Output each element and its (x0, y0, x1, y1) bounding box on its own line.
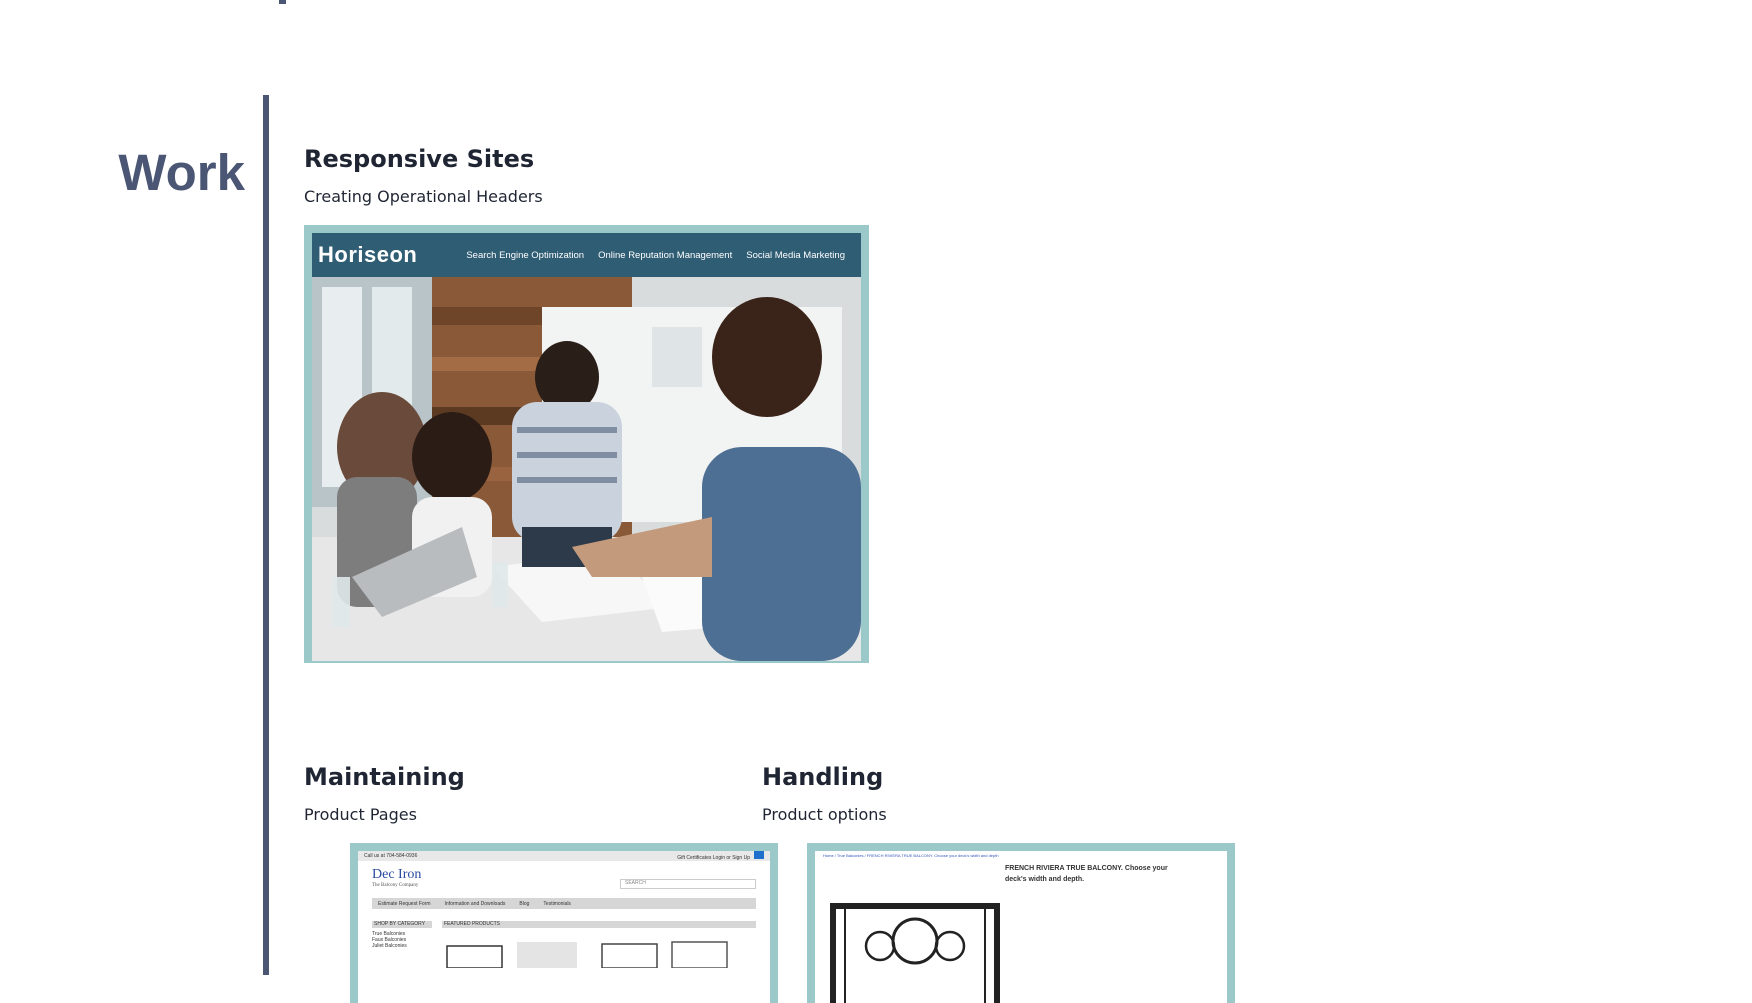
card-subtitle: Product options (762, 805, 887, 824)
mockup-menu-item: Information and Downloads (444, 900, 506, 907)
project-screenshot-product-pages[interactable]: Call us at 704-584-0936 Gift Certificate… (350, 843, 778, 1003)
mockup-menu-item: Testimonials (543, 900, 571, 907)
project-screenshot-horiseon[interactable]: Horiseon Search Engine Optimization Onli… (304, 225, 869, 663)
work-card-responsive-sites: Responsive Sites Creating Operational He… (304, 145, 543, 206)
mockup-product-title: FRENCH RIVIERA TRUE BALCONY. Choose your… (1005, 865, 1168, 883)
horiseon-nav-item: Search Engine Optimization (466, 249, 585, 261)
horiseon-nav-item: Online Reputation Management (598, 249, 733, 261)
mockup-category-header: SHOP BY CATEGORY (372, 921, 432, 928)
horiseon-logo: Horiseon (318, 242, 418, 267)
mockup-categories: SHOP BY CATEGORY True Balconies Faux Bal… (372, 921, 432, 970)
mockup-search: SEARCH (620, 879, 756, 889)
horiseon-header: Horiseon Search Engine Optimization Onli… (312, 233, 861, 277)
card-title: Responsive Sites (304, 145, 535, 173)
team-meeting-photo (312, 277, 861, 661)
cart-icon (754, 851, 764, 859)
french-riviera-product-mockup: Home / True Balconies / FRENCH RIVIERA T… (815, 851, 1227, 1003)
balcony-thumbnails (446, 941, 728, 969)
mockup-logo-text: Dec Iron (372, 867, 422, 882)
card-title: Handling (762, 763, 884, 791)
horiseon-nav: Search Engine Optimization Online Reputa… (466, 250, 845, 261)
mockup-menu: Estimate Request Form Information and Do… (372, 898, 756, 909)
card-subtitle: Product Pages (304, 805, 417, 824)
mockup-topbar: Call us at 704-584-0936 Gift Certificate… (358, 851, 770, 861)
mockup-featured-header: FEATURED PRODUCTS (442, 921, 756, 928)
work-card-handling: Handling Product options (762, 763, 887, 824)
balcony-railing-image (830, 903, 1000, 1003)
horiseon-nav-item: Social Media Marketing (746, 249, 845, 261)
card-title: Maintaining (304, 763, 465, 791)
mockup-menu-item: Estimate Request Form (378, 900, 431, 907)
header-fragment (279, 0, 286, 4)
work-card-maintaining: Maintaining Product Pages (304, 763, 465, 824)
mockup-category-item: Juliet Balconies (372, 943, 407, 949)
mockup-featured: FEATURED PRODUCTS (442, 921, 756, 970)
dec-iron-homepage-mockup: Call us at 704-584-0936 Gift Certificate… (358, 851, 770, 1003)
mockup-account-links: Gift Certificates Login or Sign Up (677, 855, 750, 861)
section-title: Work (118, 144, 245, 201)
card-subtitle: Creating Operational Headers (304, 187, 543, 206)
mockup-phone: Call us at 704-584-0936 (364, 853, 418, 859)
mockup-breadcrumb: Home / True Balconies / FRENCH RIVIERA T… (823, 853, 999, 858)
section-divider (263, 95, 269, 975)
mockup-menu-item: Blog (519, 900, 530, 907)
project-screenshot-product-options[interactable]: Home / True Balconies / FRENCH RIVIERA T… (807, 843, 1235, 1003)
